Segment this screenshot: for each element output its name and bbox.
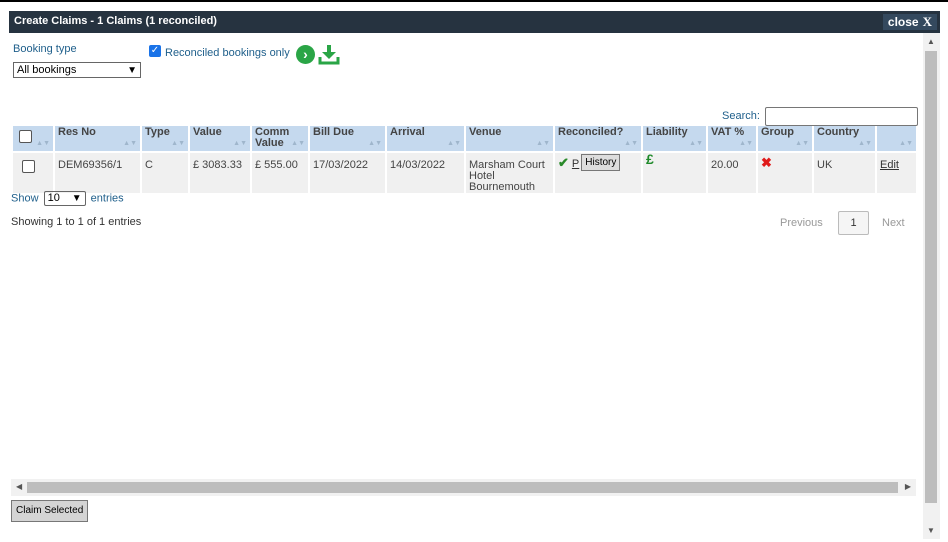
booking-type-select[interactable]: All bookings ▼ — [13, 62, 141, 78]
column-header-arrival[interactable]: Arrival ▲▼ — [387, 126, 464, 151]
sort-icon: ▲▼ — [858, 140, 872, 147]
chevron-down-icon: ▼ — [71, 193, 82, 204]
cell-comm-value: £ 555.00 — [252, 151, 308, 193]
dialog-title: Create Claims - 1 Claims (1 reconciled) — [14, 15, 217, 27]
cell-res-no: DEM69356/1 — [55, 151, 140, 193]
checkmark-icon: ✔ — [558, 155, 569, 170]
search-input[interactable] — [765, 107, 918, 126]
edit-link[interactable]: Edit — [880, 159, 899, 171]
sort-icon: ▲▼ — [36, 140, 50, 147]
sort-icon: ▲▼ — [899, 140, 913, 147]
column-header-reconciled[interactable]: Reconciled? ▲▼ — [555, 126, 641, 151]
next-button[interactable]: Next — [882, 217, 905, 229]
row-select-checkbox[interactable] — [22, 160, 35, 173]
column-header-actions[interactable]: ▲▼ — [877, 126, 916, 151]
dialog-title-bar: Create Claims - 1 Claims (1 reconciled) … — [9, 11, 940, 33]
cell-bill-due: 17/03/2022 — [310, 151, 385, 193]
previous-button[interactable]: Previous — [780, 217, 823, 229]
chevron-down-icon: ▼ — [127, 65, 137, 76]
column-header-value[interactable]: Value ▲▼ — [190, 126, 250, 151]
entries-label: entries — [90, 192, 124, 205]
cell-vat: 20.00 — [708, 151, 756, 193]
table-info: Showing 1 to 1 of 1 entries — [11, 216, 142, 228]
table-row: DEM69356/1 C £ 3083.33 £ 555.00 17/03/20… — [13, 151, 916, 193]
go-arrow-button[interactable]: › — [296, 45, 315, 64]
horizontal-scroll-thumb[interactable] — [27, 482, 898, 493]
scroll-left-icon[interactable]: ◀ — [16, 482, 22, 491]
column-header-country[interactable]: Country ▲▼ — [814, 126, 875, 151]
sort-icon: ▲▼ — [795, 140, 809, 147]
column-header-type[interactable]: Type ▲▼ — [142, 126, 188, 151]
sort-icon: ▲▼ — [689, 140, 703, 147]
sort-icon: ▲▼ — [233, 140, 247, 147]
dialog-content: Booking type All bookings ▼ ✓ Reconciled… — [9, 33, 923, 539]
booking-type-label: Booking type — [13, 43, 77, 55]
vertical-scrollbar[interactable]: ▲ ▼ — [923, 33, 940, 539]
download-icon[interactable] — [318, 43, 340, 65]
table-header-row: ▲▼ Res No ▲▼ Type ▲▼ Value ▲▼ Comm Value ▲▼ … — [13, 126, 916, 151]
reconciled-only-checkbox[interactable]: ✓ — [149, 45, 161, 57]
column-header-group[interactable]: Group ▲▼ — [758, 126, 812, 151]
create-claims-dialog: Create Claims - 1 Claims (1 reconciled) … — [9, 11, 940, 539]
cell-reconciled: ✔ P History — [555, 151, 641, 193]
search-label: Search: — [722, 110, 760, 122]
column-header-comm-value[interactable]: Comm Value ▲▼ — [252, 126, 308, 151]
pagination: Previous 1 Next — [771, 211, 923, 235]
page-length-value: 10 — [47, 192, 60, 204]
column-header-venue[interactable]: Venue ▲▼ — [466, 126, 553, 151]
cell-group: ✖ — [758, 151, 812, 193]
sort-icon: ▲▼ — [171, 140, 185, 147]
sort-icon: ▲▼ — [123, 140, 137, 147]
cross-icon: ✖ — [761, 155, 772, 170]
sort-icon: ▲▼ — [447, 140, 461, 147]
page-length-control: Show 10 ▼ entries — [11, 191, 124, 206]
page-1-button[interactable]: 1 — [838, 211, 869, 235]
column-header-vat[interactable]: VAT % ▲▼ — [708, 126, 756, 151]
scroll-up-icon[interactable]: ▲ — [927, 37, 935, 46]
cell-actions: Edit — [877, 151, 916, 193]
claim-selected-button[interactable]: Claim Selected — [11, 500, 89, 522]
close-button[interactable]: close X — [882, 14, 937, 30]
select-all-header: ▲▼ — [13, 126, 53, 151]
horizontal-scrollbar[interactable]: ◀ ▶ — [11, 479, 916, 496]
cell-type: C — [142, 151, 188, 193]
cell-arrival: 14/03/2022 — [387, 151, 464, 193]
sort-icon: ▲▼ — [368, 140, 382, 147]
pound-icon: £ — [646, 151, 654, 167]
column-header-res-no[interactable]: Res No ▲▼ — [55, 126, 140, 151]
sort-icon: ▲▼ — [624, 140, 638, 147]
booking-type-value: All bookings — [17, 64, 77, 76]
sort-icon: ▲▼ — [536, 140, 550, 147]
column-header-liability[interactable]: Liability ▲▼ — [643, 126, 706, 151]
column-header-bill-due[interactable]: Bill Due ▲▼ — [310, 126, 385, 151]
scroll-right-icon[interactable]: ▶ — [905, 482, 911, 491]
close-label: close — [887, 15, 919, 29]
select-all-checkbox[interactable] — [19, 130, 32, 143]
cell-value: £ 3083.33 — [190, 151, 250, 193]
vertical-scroll-thumb[interactable] — [925, 51, 937, 503]
row-select-cell — [13, 151, 53, 193]
claims-table: ▲▼ Res No ▲▼ Type ▲▼ Value ▲▼ Comm Value ▲▼ … — [11, 126, 918, 193]
reconciled-only-label[interactable]: Reconciled bookings only — [165, 47, 290, 59]
window-top-border — [0, 0, 948, 2]
cell-liability: £ — [643, 151, 706, 193]
page-length-select[interactable]: 10 ▼ — [43, 191, 86, 206]
reconciled-p-link[interactable]: P — [572, 158, 579, 170]
cell-country: UK — [814, 151, 875, 193]
sort-icon: ▲▼ — [291, 140, 305, 147]
sort-icon: ▲▼ — [739, 140, 753, 147]
show-label: Show — [11, 192, 39, 205]
cell-venue: Marsham Court Hotel Bournemouth — [466, 151, 553, 193]
close-icon: X — [922, 14, 932, 29]
history-button[interactable]: History — [581, 154, 621, 171]
scroll-down-icon[interactable]: ▼ — [927, 526, 935, 535]
